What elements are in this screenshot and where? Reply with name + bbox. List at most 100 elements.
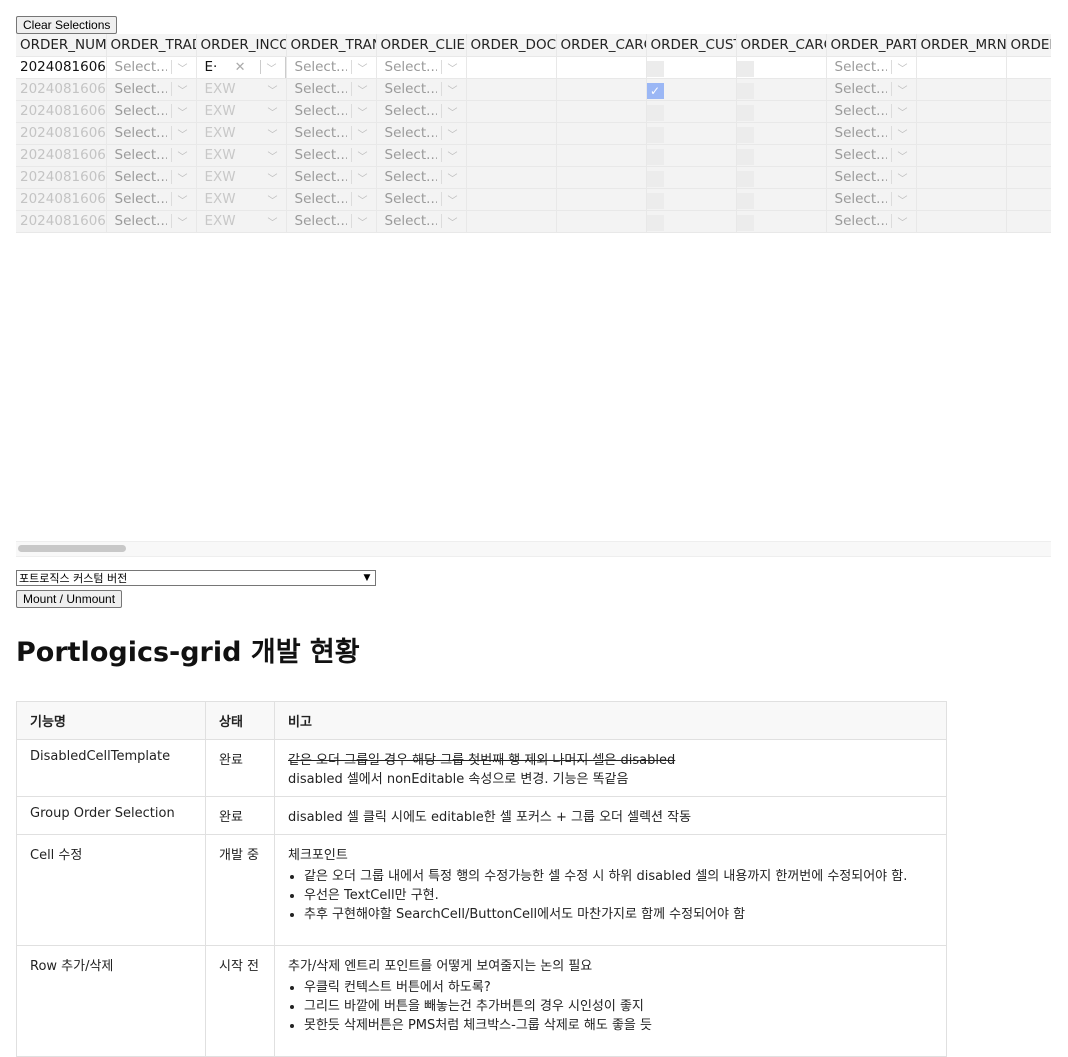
grid-cell[interactable] — [466, 100, 557, 123]
chevron-down-icon[interactable]: ﹀ — [356, 170, 370, 185]
chevron-down-icon[interactable]: ﹀ — [356, 82, 370, 97]
incoterms-select[interactable]: EXW ﹀ — [197, 145, 286, 166]
version-select[interactable]: 포트로직스 커스텀 버전 ▼ — [16, 570, 376, 586]
chevron-down-icon[interactable]: ﹀ — [176, 148, 190, 163]
grid-cell[interactable] — [556, 100, 647, 123]
select-dropdown[interactable]: Select... ﹀ — [107, 57, 196, 78]
select-dropdown[interactable]: Select... ﹀ — [827, 211, 916, 232]
incoterms-cell[interactable]: EXW ﹀ — [196, 78, 287, 101]
cargo-checkbox-cell[interactable] — [736, 78, 827, 101]
chevron-down-icon[interactable]: ﹀ — [896, 126, 910, 141]
cargo-checkbox[interactable] — [736, 82, 754, 99]
incoterms-cell[interactable]: EXW ﹀ — [196, 188, 287, 211]
chevron-down-icon[interactable]: ﹀ — [266, 126, 280, 141]
chevron-down-icon[interactable]: ﹀ — [176, 104, 190, 119]
horizontal-scrollbar[interactable] — [16, 541, 1051, 557]
scrollbar-thumb[interactable] — [18, 545, 126, 552]
grid-cell[interactable] — [556, 78, 647, 101]
grid-cell[interactable] — [466, 56, 557, 79]
clear-selections-button[interactable]: Clear Selections — [16, 16, 118, 34]
order-number-cell[interactable]: 20240816065 — [16, 56, 107, 79]
select-cell[interactable]: Select... ﹀ — [106, 188, 197, 211]
select-dropdown[interactable]: Select... ﹀ — [377, 189, 466, 210]
chevron-down-icon[interactable]: ﹀ — [266, 82, 280, 97]
grid-cell[interactable] — [1006, 56, 1051, 79]
column-header[interactable]: ORDER_MRN — [916, 34, 1007, 57]
customs-checkbox-cell[interactable] — [646, 144, 737, 167]
grid-cell[interactable] — [556, 122, 647, 145]
incoterms-cell[interactable]: EXW ﹀ — [196, 100, 287, 123]
select-dropdown[interactable]: Select... ﹀ — [377, 101, 466, 122]
grid-cell[interactable] — [466, 166, 557, 189]
select-cell[interactable]: Select... ﹀ — [376, 122, 467, 145]
customs-checkbox-cell[interactable] — [646, 210, 737, 233]
column-header[interactable]: ORDER_INCOT — [196, 34, 287, 57]
grid-cell[interactable] — [1006, 188, 1051, 211]
chevron-down-icon[interactable]: ﹀ — [265, 60, 279, 75]
select-cell[interactable]: Select... ﹀ — [286, 210, 377, 233]
select-cell[interactable]: Select... ﹀ — [286, 122, 377, 145]
column-header[interactable]: ORDER_CUST( — [646, 34, 737, 57]
grid-cell[interactable] — [916, 78, 1007, 101]
incoterms-select[interactable]: EXW ﹀ — [197, 123, 286, 144]
cargo-checkbox[interactable] — [736, 170, 754, 187]
select-dropdown[interactable]: Select... ﹀ — [287, 79, 376, 100]
chevron-down-icon[interactable]: ﹀ — [356, 214, 370, 229]
select-dropdown[interactable]: Select... ﹀ — [377, 211, 466, 232]
select-dropdown[interactable]: Select... ﹀ — [377, 57, 466, 78]
customs-checkbox-cell[interactable]: ✓ — [646, 78, 737, 101]
customs-checkbox-cell[interactable] — [646, 122, 737, 145]
grid-cell[interactable] — [916, 210, 1007, 233]
select-cell[interactable]: Select... ﹀ — [826, 188, 917, 211]
column-header[interactable]: ORDER_CLIEN — [376, 34, 467, 57]
customs-checkbox-cell[interactable] — [646, 166, 737, 189]
customs-checkbox[interactable] — [646, 192, 664, 209]
cargo-checkbox[interactable] — [736, 104, 754, 121]
customs-checkbox-cell[interactable] — [646, 56, 737, 79]
select-dropdown[interactable]: Select... ﹀ — [287, 189, 376, 210]
grid-cell[interactable] — [556, 210, 647, 233]
cargo-checkbox-cell[interactable] — [736, 188, 827, 211]
column-header[interactable]: ORDER — [1006, 34, 1051, 57]
cargo-checkbox-cell[interactable] — [736, 100, 827, 123]
customs-checkbox[interactable] — [646, 170, 664, 187]
select-cell[interactable]: Select... ﹀ — [286, 78, 377, 101]
select-dropdown[interactable]: Select... ﹀ — [287, 123, 376, 144]
select-cell[interactable]: Select... ﹀ — [376, 188, 467, 211]
grid-cell[interactable] — [916, 166, 1007, 189]
customs-checkbox[interactable] — [646, 104, 664, 121]
grid-cell[interactable] — [466, 78, 557, 101]
chevron-down-icon[interactable]: ﹀ — [176, 82, 190, 97]
chevron-down-icon[interactable]: ﹀ — [896, 214, 910, 229]
select-dropdown[interactable]: Select... ﹀ — [827, 57, 916, 78]
chevron-down-icon[interactable]: ﹀ — [896, 148, 910, 163]
select-cell[interactable]: Select... ﹀ — [106, 78, 197, 101]
chevron-down-icon[interactable]: ﹀ — [266, 170, 280, 185]
grid-cell[interactable] — [466, 144, 557, 167]
select-cell[interactable]: Select... ﹀ — [376, 100, 467, 123]
chevron-down-icon[interactable]: ﹀ — [176, 214, 190, 229]
order-number-cell[interactable]: 20240816065 — [16, 210, 107, 233]
chevron-down-icon[interactable]: ﹀ — [446, 148, 460, 163]
column-header[interactable]: ORDER_NUME — [16, 34, 107, 57]
column-header[interactable]: ORDER_CARG( — [736, 34, 827, 57]
select-cell[interactable]: Select... ﹀ — [826, 78, 917, 101]
mount-unmount-button[interactable]: Mount / Unmount — [16, 590, 123, 608]
select-dropdown[interactable]: Select... ﹀ — [107, 211, 196, 232]
chevron-down-icon[interactable]: ﹀ — [356, 60, 370, 75]
select-dropdown[interactable]: Select... ﹀ — [827, 167, 916, 188]
column-header[interactable]: ORDER_CARG( — [556, 34, 647, 57]
select-dropdown[interactable]: Select... ﹀ — [107, 189, 196, 210]
incoterms-select[interactable]: EXW ﹀ — [197, 101, 286, 122]
grid-cell[interactable] — [916, 144, 1007, 167]
incoterms-select[interactable]: EXW ﹀ — [197, 79, 286, 100]
incoterms-cell[interactable]: EXW ﹀ — [196, 166, 287, 189]
select-dropdown[interactable]: Select... ﹀ — [107, 145, 196, 166]
incoterms-cell[interactable]: EXW ﹀ — [196, 122, 287, 145]
incoterms-cell[interactable]: EXW ﹀ — [196, 144, 287, 167]
select-cell[interactable]: Select... ﹀ — [106, 100, 197, 123]
select-dropdown[interactable]: Select... ﹀ — [287, 211, 376, 232]
chevron-down-icon[interactable]: ﹀ — [176, 170, 190, 185]
chevron-down-icon[interactable]: ﹀ — [176, 60, 190, 75]
incoterms-select[interactable]: EXW ﹀ — [197, 211, 286, 232]
